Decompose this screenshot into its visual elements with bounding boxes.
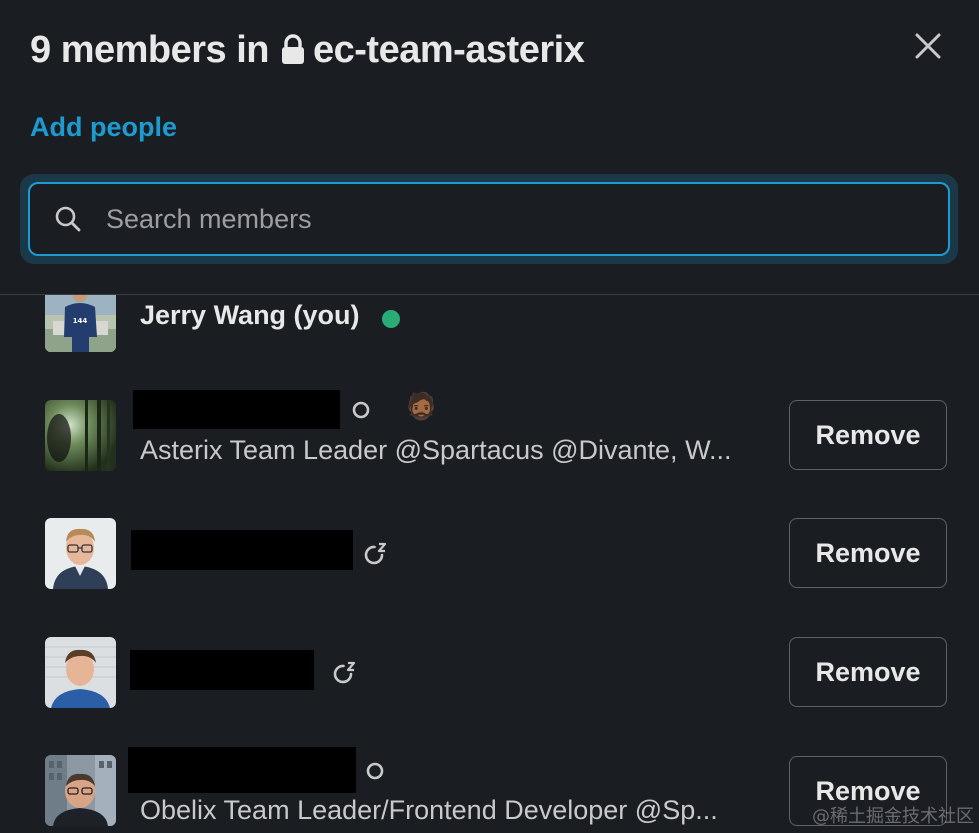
avatar [45,637,116,708]
snooze-icon [333,661,356,684]
member-row[interactable]: Remove [0,517,979,597]
member-list: 144 Jerry Wang (you) 🧔🏾 Asterix Team Lea… [0,295,979,833]
close-icon[interactable] [910,28,946,64]
search-icon [55,206,81,232]
search-input[interactable] [104,202,948,236]
svg-text:144: 144 [73,317,88,325]
avatar [45,518,116,589]
dialog-title: 9 members in ec-team-asterix [30,28,585,72]
search-focus-ring [20,174,958,264]
remove-button[interactable]: Remove [789,637,947,707]
member-name[interactable]: Jerry Wang (you) [140,300,360,331]
away-ring-icon [352,401,370,419]
channel-name: ec-team-asterix [313,28,585,71]
avatar: 144 [45,295,116,352]
snooze-icon [364,542,387,565]
member-row[interactable]: 🧔🏾 Asterix Team Leader @Spartacus @Divan… [0,390,979,480]
member-row[interactable]: Remove [0,636,979,716]
avatar [45,755,116,826]
avatar [45,400,116,471]
remove-button[interactable]: Remove [789,400,947,470]
redacted-name [128,747,356,793]
members-dialog: 9 members in ec-team-asterix Add people [0,0,979,833]
dialog-header: 9 members in ec-team-asterix [30,26,585,74]
member-row[interactable]: 144 Jerry Wang (you) [0,295,979,365]
watermark: @稀土掘金技术社区 [812,806,974,827]
redacted-name [131,530,353,570]
remove-button[interactable]: Remove [789,518,947,588]
online-dot-icon [382,310,400,328]
search-box[interactable] [28,182,950,256]
add-people-link[interactable]: Add people [30,112,177,143]
title-prefix: 9 members in [30,28,270,71]
away-ring-icon [366,762,384,780]
member-subtitle: Obelix Team Leader/Frontend Developer @S… [140,795,718,825]
lock-icon [282,34,304,64]
status-emoji: 🧔🏾 [405,392,438,422]
redacted-name [130,650,314,690]
redacted-name [133,390,340,429]
member-subtitle: Asterix Team Leader @Spartacus @Divante,… [140,435,732,465]
